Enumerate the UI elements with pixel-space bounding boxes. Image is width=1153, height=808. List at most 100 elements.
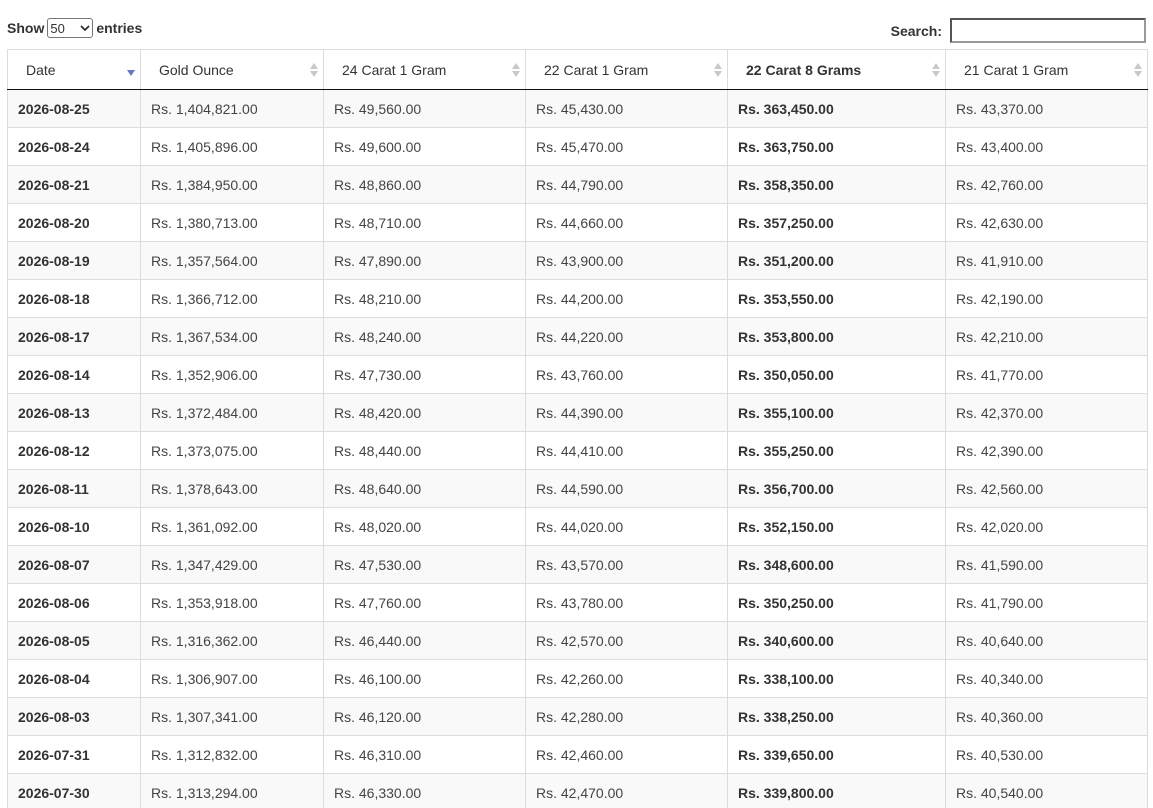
search-control: Search: <box>891 18 1146 43</box>
cell-22-carat-1-gram: Rs. 44,020.00 <box>525 507 728 546</box>
cell-date: 2026-08-07 <box>7 545 141 584</box>
cell-22-carat-8-grams: Rs. 350,050.00 <box>727 355 946 394</box>
entries-label: entries <box>96 20 143 36</box>
cell-date: 2026-08-11 <box>7 469 141 508</box>
cell-22-carat-8-grams: Rs. 363,750.00 <box>727 127 946 166</box>
column-header-22-carat-1-gram[interactable]: 22 Carat 1 Gram <box>525 49 728 90</box>
cell-22-carat-1-gram: Rs. 45,470.00 <box>525 127 728 166</box>
gold-rates-table: Date Gold Ounce 24 Carat 1 Gram 22 Carat 1 … <box>7 49 1148 808</box>
cell-24-carat-1-gram: Rs. 46,100.00 <box>323 659 526 698</box>
sort-both-icon <box>310 62 318 77</box>
cell-21-carat-1-gram: Rs. 42,760.00 <box>945 165 1148 204</box>
cell-21-carat-1-gram: Rs. 42,370.00 <box>945 393 1148 432</box>
cell-21-carat-1-gram: Rs. 40,340.00 <box>945 659 1148 698</box>
cell-24-carat-1-gram: Rs. 48,420.00 <box>323 393 526 432</box>
cell-21-carat-1-gram: Rs. 41,910.00 <box>945 241 1148 280</box>
cell-21-carat-1-gram: Rs. 41,790.00 <box>945 583 1148 622</box>
column-header-gold-ounce[interactable]: Gold Ounce <box>140 49 324 90</box>
column-header-label: 24 Carat 1 Gram <box>342 61 447 78</box>
cell-22-carat-8-grams: Rs. 355,100.00 <box>727 393 946 432</box>
cell-gold-ounce: Rs. 1,357,564.00 <box>140 241 324 280</box>
cell-21-carat-1-gram: Rs. 42,390.00 <box>945 431 1148 470</box>
table-row: 2026-08-14 Rs. 1,352,906.00 Rs. 47,730.00 R… <box>7 355 1148 394</box>
cell-24-carat-1-gram: Rs. 48,020.00 <box>323 507 526 546</box>
cell-24-carat-1-gram: Rs. 46,310.00 <box>323 735 526 774</box>
cell-22-carat-1-gram: Rs. 42,470.00 <box>525 773 728 808</box>
cell-22-carat-8-grams: Rs. 339,650.00 <box>727 735 946 774</box>
cell-22-carat-1-gram: Rs. 44,200.00 <box>525 279 728 318</box>
table-row: 2026-07-30 Rs. 1,313,294.00 Rs. 46,330.00 R… <box>7 773 1148 808</box>
cell-22-carat-8-grams: Rs. 352,150.00 <box>727 507 946 546</box>
table-row: 2026-08-18 Rs. 1,366,712.00 Rs. 48,210.00 R… <box>7 279 1148 318</box>
cell-24-carat-1-gram: Rs. 48,440.00 <box>323 431 526 470</box>
table-row: 2026-08-24 Rs. 1,405,896.00 Rs. 49,600.00 R… <box>7 127 1148 166</box>
cell-22-carat-8-grams: Rs. 353,550.00 <box>727 279 946 318</box>
table-body: 2026-08-25 Rs. 1,404,821.00 Rs. 49,560.00 R… <box>7 89 1148 808</box>
sort-both-icon <box>714 62 722 77</box>
table-row: 2026-08-04 Rs. 1,306,907.00 Rs. 46,100.00 R… <box>7 659 1148 698</box>
table-row: 2026-08-11 Rs. 1,378,643.00 Rs. 48,640.00 R… <box>7 469 1148 508</box>
column-header-label: Gold Ounce <box>159 61 234 78</box>
cell-22-carat-1-gram: Rs. 43,570.00 <box>525 545 728 584</box>
cell-gold-ounce: Rs. 1,361,092.00 <box>140 507 324 546</box>
entries-length-select[interactable]: 50 <box>47 18 94 38</box>
column-header-date[interactable]: Date <box>7 49 141 90</box>
cell-gold-ounce: Rs. 1,353,918.00 <box>140 583 324 622</box>
cell-21-carat-1-gram: Rs. 41,770.00 <box>945 355 1148 394</box>
cell-date: 2026-08-21 <box>7 165 141 204</box>
cell-22-carat-8-grams: Rs. 339,800.00 <box>727 773 946 808</box>
cell-gold-ounce: Rs. 1,306,907.00 <box>140 659 324 698</box>
cell-21-carat-1-gram: Rs. 40,540.00 <box>945 773 1148 808</box>
table-row: 2026-08-12 Rs. 1,373,075.00 Rs. 48,440.00 R… <box>7 431 1148 470</box>
cell-gold-ounce: Rs. 1,367,534.00 <box>140 317 324 356</box>
header-row: Date Gold Ounce 24 Carat 1 Gram 22 Carat 1 … <box>7 49 1148 90</box>
entries-length-control: Show 50 entries <box>7 18 142 38</box>
cell-21-carat-1-gram: Rs. 40,530.00 <box>945 735 1148 774</box>
cell-gold-ounce: Rs. 1,405,896.00 <box>140 127 324 166</box>
cell-22-carat-8-grams: Rs. 353,800.00 <box>727 317 946 356</box>
cell-22-carat-8-grams: Rs. 348,600.00 <box>727 545 946 584</box>
cell-24-carat-1-gram: Rs. 47,730.00 <box>323 355 526 394</box>
cell-22-carat-1-gram: Rs. 44,660.00 <box>525 203 728 242</box>
table-row: 2026-08-07 Rs. 1,347,429.00 Rs. 47,530.00 R… <box>7 545 1148 584</box>
sort-both-icon <box>1134 62 1142 77</box>
column-header-label: 22 Carat 8 Grams <box>746 61 862 78</box>
cell-22-carat-1-gram: Rs. 44,220.00 <box>525 317 728 356</box>
cell-22-carat-8-grams: Rs. 358,350.00 <box>727 165 946 204</box>
cell-24-carat-1-gram: Rs. 48,210.00 <box>323 279 526 318</box>
cell-24-carat-1-gram: Rs. 46,440.00 <box>323 621 526 660</box>
chevron-down-icon <box>80 25 90 32</box>
cell-22-carat-1-gram: Rs. 42,460.00 <box>525 735 728 774</box>
cell-22-carat-8-grams: Rs. 338,250.00 <box>727 697 946 736</box>
cell-date: 2026-08-12 <box>7 431 141 470</box>
sort-both-icon <box>932 62 940 77</box>
cell-24-carat-1-gram: Rs. 49,560.00 <box>323 89 526 128</box>
page: Show 50 entries Search: Date Gold Ounce 24… <box>0 0 1153 808</box>
cell-gold-ounce: Rs. 1,384,950.00 <box>140 165 324 204</box>
table-row: 2026-08-13 Rs. 1,372,484.00 Rs. 48,420.00 R… <box>7 393 1148 432</box>
cell-date: 2026-08-13 <box>7 393 141 432</box>
cell-24-carat-1-gram: Rs. 47,890.00 <box>323 241 526 280</box>
cell-gold-ounce: Rs. 1,307,341.00 <box>140 697 324 736</box>
cell-24-carat-1-gram: Rs. 47,760.00 <box>323 583 526 622</box>
cell-22-carat-8-grams: Rs. 355,250.00 <box>727 431 946 470</box>
cell-22-carat-1-gram: Rs. 44,790.00 <box>525 165 728 204</box>
column-header-label: Date <box>26 61 56 78</box>
column-header-24-carat-1-gram[interactable]: 24 Carat 1 Gram <box>323 49 526 90</box>
cell-22-carat-1-gram: Rs. 42,280.00 <box>525 697 728 736</box>
cell-date: 2026-08-05 <box>7 621 141 660</box>
table-row: 2026-08-19 Rs. 1,357,564.00 Rs. 47,890.00 R… <box>7 241 1148 280</box>
cell-22-carat-1-gram: Rs. 42,260.00 <box>525 659 728 698</box>
column-header-22-carat-8-grams[interactable]: 22 Carat 8 Grams <box>727 49 946 90</box>
cell-24-carat-1-gram: Rs. 48,710.00 <box>323 203 526 242</box>
cell-date: 2026-08-04 <box>7 659 141 698</box>
cell-22-carat-8-grams: Rs. 351,200.00 <box>727 241 946 280</box>
cell-22-carat-1-gram: Rs. 44,410.00 <box>525 431 728 470</box>
column-header-21-carat-1-gram[interactable]: 21 Carat 1 Gram <box>945 49 1148 90</box>
cell-gold-ounce: Rs. 1,352,906.00 <box>140 355 324 394</box>
table-row: 2026-08-10 Rs. 1,361,092.00 Rs. 48,020.00 R… <box>7 507 1148 546</box>
search-input[interactable] <box>950 18 1146 43</box>
cell-22-carat-8-grams: Rs. 340,600.00 <box>727 621 946 660</box>
cell-gold-ounce: Rs. 1,312,832.00 <box>140 735 324 774</box>
table-controls: Show 50 entries Search: <box>0 0 1153 48</box>
